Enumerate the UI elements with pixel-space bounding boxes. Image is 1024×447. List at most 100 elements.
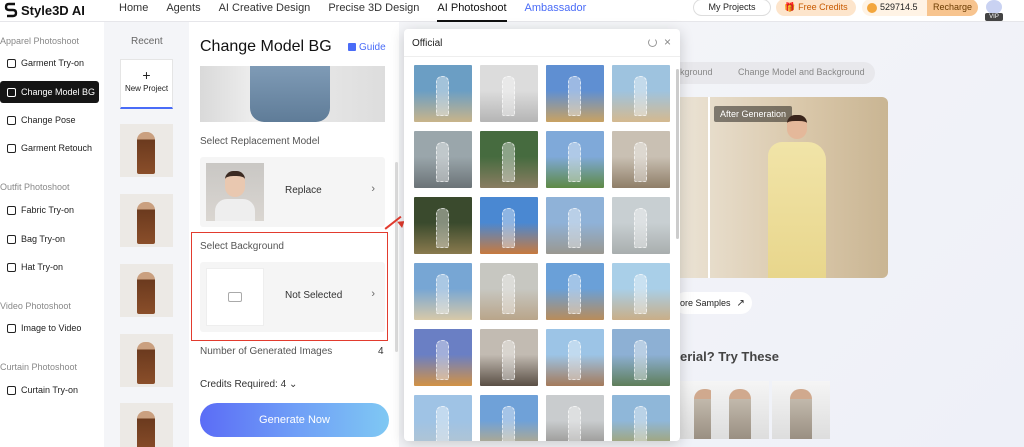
- background-option[interactable]: [414, 197, 472, 254]
- background-option[interactable]: [480, 329, 538, 386]
- user-avatar[interactable]: VIP: [985, 0, 1003, 21]
- guide-link[interactable]: Guide: [348, 42, 386, 53]
- model-silhouette: [568, 208, 581, 248]
- background-option[interactable]: [612, 197, 670, 254]
- panel-scrollbar[interactable]: [395, 162, 398, 352]
- background-option[interactable]: [612, 263, 670, 320]
- garment-shape: [250, 66, 330, 122]
- sidebar-item-image-to-video[interactable]: Image to Video: [0, 317, 99, 339]
- close-icon[interactable]: ×: [664, 35, 671, 49]
- model-silhouette: [436, 340, 449, 380]
- credit-balance: 529714.5 Recharge: [862, 0, 978, 16]
- section-apparel-photoshoot: Apparel Photoshoot: [0, 36, 80, 46]
- recent-thumbnail[interactable]: [120, 194, 173, 247]
- background-option[interactable]: [546, 395, 604, 441]
- background-option[interactable]: [414, 329, 472, 386]
- nav-home[interactable]: Home: [110, 0, 157, 22]
- sidebar-item-label: Change Pose: [21, 115, 76, 125]
- model-silhouette: [502, 406, 515, 441]
- recharge-button[interactable]: Recharge: [926, 0, 978, 16]
- sidebar-item-garment-retouch[interactable]: Garment Retouch: [0, 137, 99, 159]
- background-option[interactable]: [480, 395, 538, 441]
- new-project-button[interactable]: + New Project: [120, 59, 173, 109]
- background-option[interactable]: [414, 65, 472, 122]
- sidebar-item-garment-try-on[interactable]: Garment Try-on: [0, 52, 99, 74]
- recent-thumbnail[interactable]: [120, 264, 173, 317]
- model-figure: [137, 411, 155, 447]
- background-option[interactable]: [480, 131, 538, 188]
- background-option[interactable]: [414, 263, 472, 320]
- model-silhouette: [634, 76, 647, 116]
- model-figure: [729, 389, 751, 439]
- model-silhouette: [634, 340, 647, 380]
- recent-thumbnail[interactable]: [120, 124, 173, 177]
- sidebar-item-bag-try-on[interactable]: Bag Try-on: [0, 228, 99, 250]
- background-option[interactable]: [480, 263, 538, 320]
- nav-ai-creative-design[interactable]: AI Creative Design: [210, 0, 320, 22]
- background-option[interactable]: [612, 395, 670, 441]
- section-curtain-photoshoot: Curtain Photoshoot: [0, 362, 78, 372]
- before-after-preview[interactable]: After Generation: [680, 97, 888, 278]
- recent-projects: Recent + New Project: [110, 22, 184, 447]
- logo[interactable]: Style3D AI: [4, 2, 85, 18]
- model-silhouette: [634, 208, 647, 248]
- background-option[interactable]: [546, 197, 604, 254]
- book-icon: [348, 43, 356, 51]
- sidebar-item-hat-try-on[interactable]: Hat Try-on: [0, 256, 99, 278]
- num-images-label: Number of Generated Images: [200, 346, 333, 357]
- model-head: [225, 171, 245, 197]
- nav-precise-3d-design[interactable]: Precise 3D Design: [319, 0, 428, 22]
- sidebar-item-change-pose[interactable]: Change Pose: [0, 109, 99, 131]
- official-background-modal: Official ×: [404, 29, 680, 441]
- sidebar-item-change-model-bg[interactable]: Change Model BG: [0, 81, 99, 103]
- mode-tabs: kground Change Model and Background: [680, 62, 875, 84]
- hat-icon: [7, 262, 16, 272]
- recent-thumbnail[interactable]: [120, 403, 173, 447]
- model-silhouette: [568, 274, 581, 314]
- background-option[interactable]: [480, 65, 538, 122]
- sidebar-item-curtain-try-on[interactable]: Curtain Try-on: [0, 379, 99, 401]
- background-option[interactable]: [546, 263, 604, 320]
- video-icon: [7, 323, 16, 333]
- my-projects-button[interactable]: My Projects: [693, 0, 771, 16]
- background-option[interactable]: [612, 65, 670, 122]
- background-option[interactable]: [546, 329, 604, 386]
- refresh-icon[interactable]: [648, 38, 657, 47]
- page-title: Change Model BG: [200, 38, 332, 55]
- more-samples-button[interactable]: ore Samples ↗: [674, 292, 752, 314]
- modal-scrollbar[interactable]: [676, 69, 679, 239]
- model-silhouette: [568, 142, 581, 182]
- background-option[interactable]: [546, 65, 604, 122]
- sample-thumbnail[interactable]: [772, 381, 830, 439]
- sidebar-item-fabric-try-on[interactable]: Fabric Try-on: [0, 199, 99, 221]
- sidebar-item-label: Curtain Try-on: [21, 385, 79, 395]
- nav-agents[interactable]: Agents: [157, 0, 209, 22]
- plus-icon: +: [142, 67, 151, 83]
- background-option[interactable]: [612, 329, 670, 386]
- replacement-model-card[interactable]: Replace ›: [200, 157, 385, 227]
- tab-change-model-and-background[interactable]: Change Model and Background: [738, 67, 865, 77]
- recent-thumbnail[interactable]: [120, 334, 173, 387]
- background-option[interactable]: [546, 131, 604, 188]
- nav-ai-photoshoot[interactable]: AI Photoshoot: [428, 0, 515, 22]
- free-credits-button[interactable]: 🎁 Free Credits: [776, 0, 856, 16]
- model-silhouette: [634, 142, 647, 182]
- tab-background[interactable]: kground: [680, 67, 713, 77]
- credits-required[interactable]: Credits Required: 4 ⌄: [200, 379, 297, 390]
- model-face-image: [206, 163, 264, 221]
- model-silhouette: [634, 406, 647, 441]
- background-option[interactable]: [414, 131, 472, 188]
- section-outfit-photoshoot: Outfit Photoshoot: [0, 182, 70, 192]
- background-option[interactable]: [612, 131, 670, 188]
- preview-area: kground Change Model and Background Afte…: [674, 22, 1024, 447]
- compare-divider[interactable]: [708, 97, 710, 278]
- fabric-icon: [7, 205, 16, 215]
- modal-title: Official: [412, 38, 443, 49]
- nav-ambassador[interactable]: Ambassador: [516, 0, 596, 22]
- num-images-value[interactable]: 4: [378, 346, 384, 357]
- generate-now-button[interactable]: Generate Now: [200, 403, 389, 437]
- background-option[interactable]: [414, 395, 472, 441]
- retouch-icon: [7, 143, 16, 153]
- sample-thumbnail[interactable]: [711, 381, 769, 439]
- background-option[interactable]: [480, 197, 538, 254]
